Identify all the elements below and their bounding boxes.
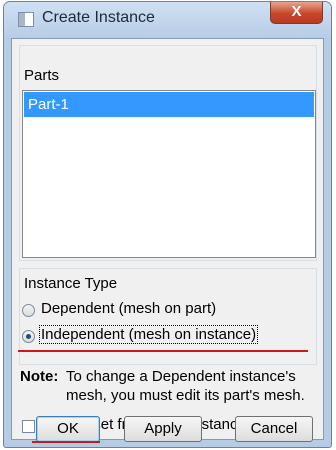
window-icon: [18, 12, 34, 27]
auto-offset-checkbox[interactable]: [22, 420, 35, 433]
dependent-radio-label[interactable]: Dependent (mesh on part): [41, 300, 216, 317]
ok-button[interactable]: OK: [36, 416, 100, 442]
independent-radio[interactable]: [22, 330, 35, 343]
annotation-underline-ok: [32, 441, 100, 443]
parts-list-item-part-1[interactable]: Part-1: [24, 92, 314, 117]
note-text-line2: mesh, you must edit its part's mesh.: [66, 387, 305, 404]
title-bar[interactable]: Create Instance X: [4, 2, 331, 38]
cancel-button[interactable]: Cancel: [235, 416, 313, 442]
window-title: Create Instance: [42, 9, 155, 26]
note-label: Note:: [20, 368, 59, 385]
dependent-radio[interactable]: [22, 304, 35, 317]
independent-radio-text: Independent (mesh on instance): [39, 325, 259, 344]
dialog-body: Parts Part-1 Instance Type Dependent (me…: [11, 38, 324, 440]
create-instance-dialog: Create Instance X Parts Part-1 Instance …: [3, 1, 332, 448]
apply-button[interactable]: Apply: [124, 416, 202, 442]
parts-list[interactable]: Part-1: [22, 90, 316, 258]
close-button[interactable]: X: [270, 2, 323, 24]
instance-type-label: Instance Type: [24, 275, 118, 292]
parts-label: Parts: [24, 67, 60, 84]
independent-radio-label[interactable]: Independent (mesh on instance): [39, 325, 259, 344]
note-text-line1: To change a Dependent instance's: [66, 368, 296, 385]
annotation-underline-independent: [18, 350, 308, 352]
